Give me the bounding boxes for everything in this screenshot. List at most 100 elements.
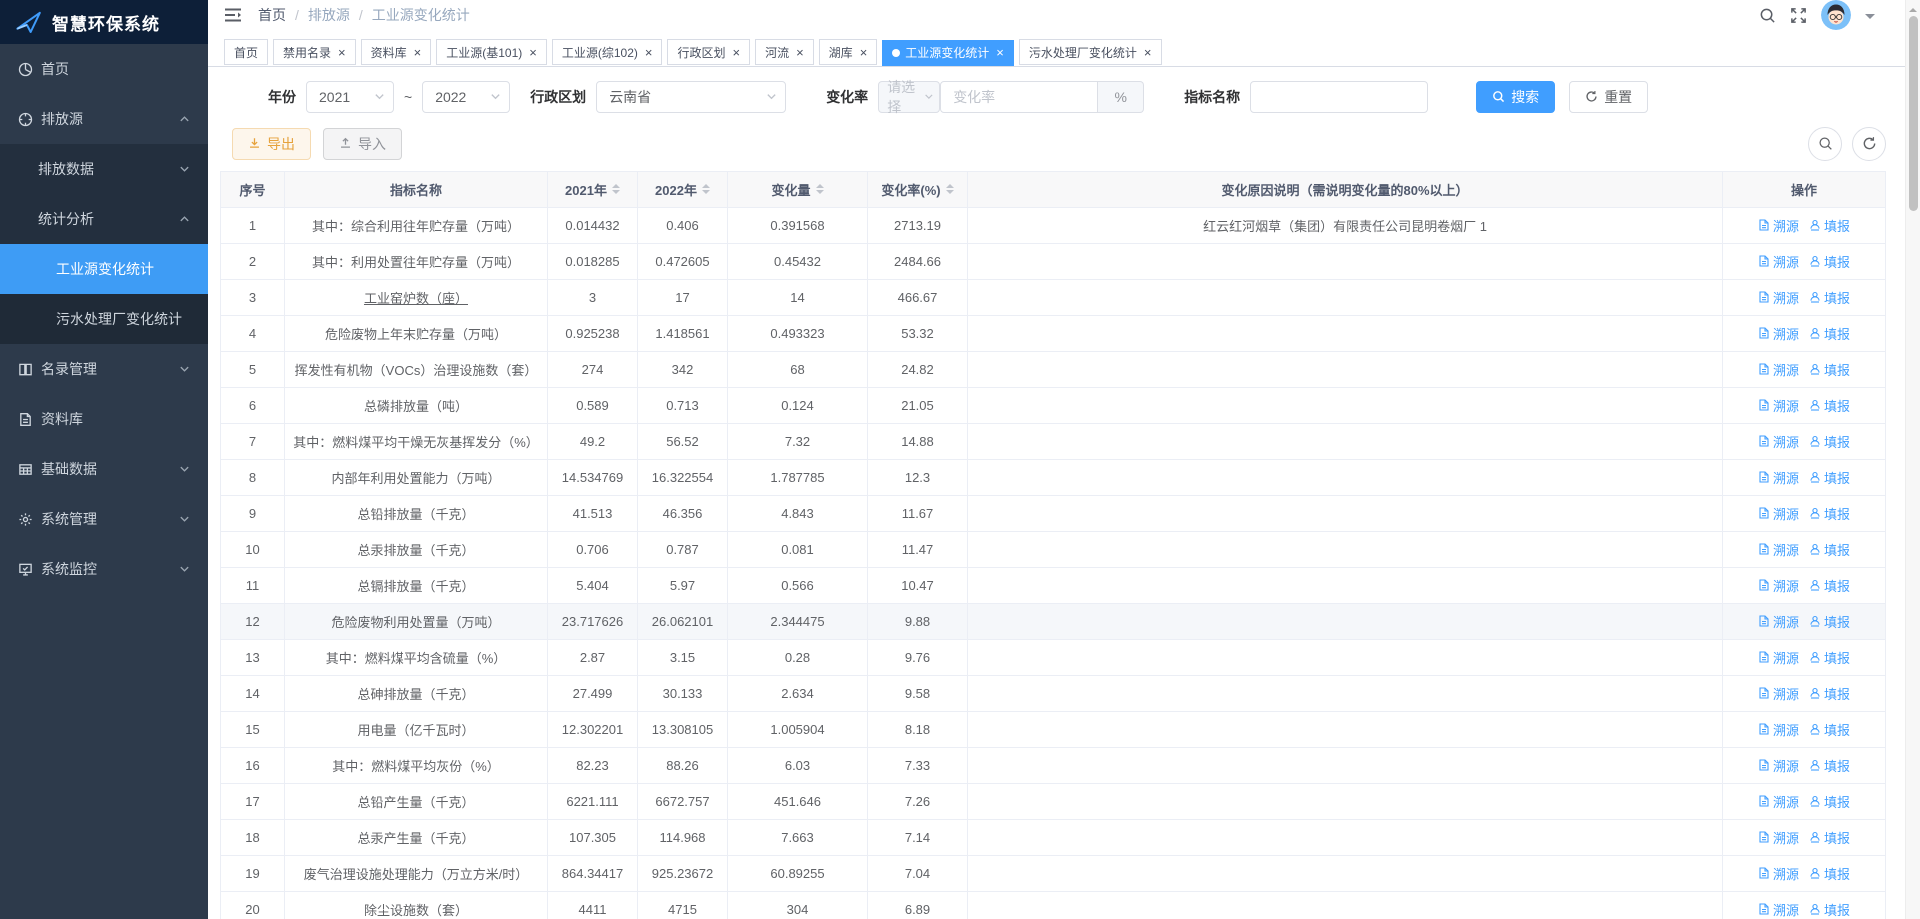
trace-link[interactable]: 溯源 (1758, 432, 1799, 451)
tab-close-icon[interactable]: × (732, 46, 740, 59)
sidebar-item-system-management[interactable]: 系统管理 (0, 494, 208, 544)
indicator-input[interactable] (1250, 80, 1429, 113)
rate-operator-select[interactable]: 请选择 (878, 79, 941, 115)
column-search-button[interactable] (1808, 126, 1842, 161)
avatar[interactable] (1821, 0, 1851, 30)
search-icon[interactable] (1759, 7, 1776, 24)
import-button[interactable]: 导入 (323, 127, 402, 160)
trace-link[interactable]: 溯源 (1758, 900, 1799, 919)
sort-icon[interactable] (611, 180, 620, 198)
trace-link[interactable]: 溯源 (1758, 540, 1799, 559)
tab-close-icon[interactable]: × (529, 46, 537, 59)
tab-工业源变化统计[interactable]: 工业源变化统计 × (882, 39, 1014, 66)
fill-link[interactable]: 填报 (1809, 756, 1850, 775)
fill-link[interactable]: 填报 (1809, 216, 1850, 235)
year-from-select[interactable]: 2021 (306, 80, 394, 113)
trace-link[interactable]: 溯源 (1758, 828, 1799, 847)
fill-link[interactable]: 填报 (1809, 900, 1850, 919)
caret-down-icon[interactable] (1865, 14, 1875, 24)
fill-link[interactable]: 填报 (1809, 684, 1850, 703)
tab-close-icon[interactable]: × (414, 46, 422, 59)
hamburger-icon[interactable] (224, 7, 242, 23)
sidebar-item-catalog-management[interactable]: 名录管理 (0, 344, 208, 394)
sort-icon[interactable] (701, 180, 710, 198)
sidebar-item-industrial-source-change-stat[interactable]: 工业源变化统计 (0, 244, 208, 294)
tab-close-icon[interactable]: × (338, 46, 346, 59)
region-select[interactable]: 云南省 (596, 80, 787, 113)
fill-link[interactable]: 填报 (1809, 828, 1850, 847)
refresh-table-button[interactable] (1852, 126, 1886, 161)
tab-行政区划[interactable]: 行政区划 × (667, 39, 751, 65)
page-scrollbar[interactable] (1905, 0, 1920, 919)
trace-link[interactable]: 溯源 (1758, 504, 1799, 523)
fill-link[interactable]: 填报 (1809, 468, 1850, 487)
sidebar-item-stat-analysis[interactable]: 统计分析 (0, 194, 208, 244)
export-button[interactable]: 导出 (232, 127, 311, 160)
rate-input[interactable] (940, 80, 1099, 113)
tab-工业源(基101)[interactable]: 工业源(基101) × (436, 39, 547, 65)
fill-link[interactable]: 填报 (1809, 648, 1850, 667)
trace-link[interactable]: 溯源 (1758, 720, 1799, 739)
fill-link[interactable]: 填报 (1809, 360, 1850, 379)
header-change-rate[interactable]: 变化率(%) (868, 171, 968, 208)
trace-link[interactable]: 溯源 (1758, 252, 1799, 271)
trace-link[interactable]: 溯源 (1758, 216, 1799, 235)
sidebar-item-emission-source[interactable]: 排放源 (0, 94, 208, 144)
search-button[interactable]: 搜索 (1476, 80, 1556, 113)
trace-link[interactable]: 溯源 (1758, 360, 1799, 379)
tab-河流[interactable]: 河流 × (755, 39, 814, 65)
header-2021[interactable]: 2021年 (548, 171, 638, 208)
fill-link[interactable]: 填报 (1809, 864, 1850, 883)
trace-link[interactable]: 溯源 (1758, 468, 1799, 487)
fill-link[interactable]: 填报 (1809, 504, 1850, 523)
sort-icon[interactable] (945, 180, 954, 198)
trace-link[interactable]: 溯源 (1758, 756, 1799, 775)
trace-link[interactable]: 溯源 (1758, 288, 1799, 307)
fill-link[interactable]: 填报 (1809, 432, 1850, 451)
trace-link[interactable]: 溯源 (1758, 396, 1799, 415)
tab-湖库[interactable]: 湖库 × (818, 39, 878, 65)
fill-link[interactable]: 填报 (1809, 396, 1850, 415)
trace-link[interactable]: 溯源 (1758, 324, 1799, 343)
fill-link[interactable]: 填报 (1809, 252, 1850, 271)
tab-工业源(综102)[interactable]: 工业源(综102) × (551, 39, 663, 65)
tab-close-icon[interactable]: × (860, 46, 868, 59)
tab-资料库[interactable]: 资料库 × (360, 39, 432, 65)
fill-link[interactable]: 填报 (1809, 612, 1850, 631)
trace-link[interactable]: 溯源 (1758, 792, 1799, 811)
trace-link[interactable]: 溯源 (1758, 864, 1799, 883)
fullscreen-icon[interactable] (1790, 7, 1807, 24)
fill-link[interactable]: 填报 (1809, 792, 1850, 811)
tab-污水处理厂变化统计[interactable]: 污水处理厂变化统计 × (1018, 39, 1162, 65)
fill-link[interactable]: 填报 (1809, 720, 1850, 739)
sort-icon[interactable] (815, 180, 824, 198)
sidebar-item-system-monitor[interactable]: 系统监控 (0, 544, 208, 594)
trace-link[interactable]: 溯源 (1758, 648, 1799, 667)
scrollbar-thumb[interactable] (1908, 16, 1918, 211)
tab-首页[interactable]: 首页 (224, 39, 269, 65)
sidebar-item-sewage-plant-change-stat[interactable]: 污水处理厂变化统计 (0, 294, 208, 344)
header-change[interactable]: 变化量 (728, 171, 868, 208)
breadcrumb-home[interactable]: 首页 (258, 5, 286, 25)
tab-close-icon[interactable]: × (996, 46, 1004, 59)
tab-close-icon[interactable]: × (1144, 46, 1152, 59)
trace-link[interactable]: 溯源 (1758, 684, 1799, 703)
sidebar-item-emission-data[interactable]: 排放数据 (0, 144, 208, 194)
reset-button[interactable]: 重置 (1569, 80, 1649, 113)
scrollbar-up-arrow[interactable] (1909, 4, 1917, 12)
tab-close-icon[interactable]: × (796, 46, 804, 59)
fill-link[interactable]: 填报 (1809, 540, 1850, 559)
sidebar-item-home[interactable]: 首页 (0, 44, 208, 94)
trace-link[interactable]: 溯源 (1758, 612, 1799, 631)
app-logo[interactable]: 智慧环保系统 (0, 0, 208, 44)
header-2022[interactable]: 2022年 (638, 171, 728, 208)
tab-禁用名录[interactable]: 禁用名录 × (273, 39, 356, 65)
sidebar-item-library[interactable]: 资料库 (0, 394, 208, 444)
year-to-select[interactable]: 2022 (422, 80, 511, 113)
trace-link[interactable]: 溯源 (1758, 576, 1799, 595)
sidebar-item-base-data[interactable]: 基础数据 (0, 444, 208, 494)
tab-close-icon[interactable]: × (645, 46, 653, 59)
fill-link[interactable]: 填报 (1809, 324, 1850, 343)
fill-link[interactable]: 填报 (1809, 576, 1850, 595)
fill-link[interactable]: 填报 (1809, 288, 1850, 307)
